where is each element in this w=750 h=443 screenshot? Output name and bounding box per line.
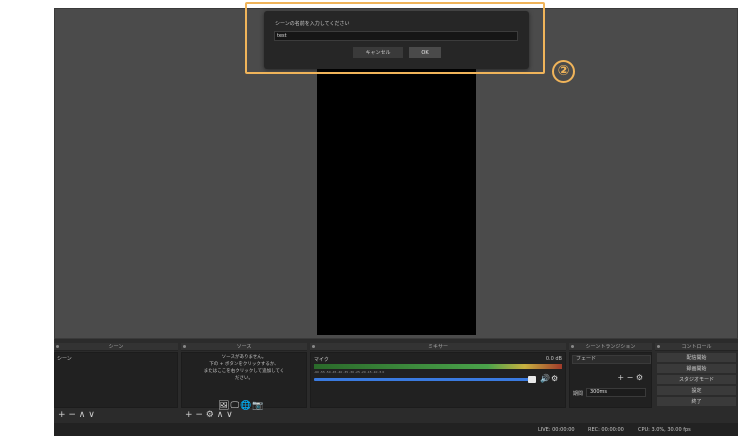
mixer-dock: ミキサー マイク 0.0 dB -60 -55 -50 -45 -40 -35 … (310, 343, 566, 421)
dock-float-icon[interactable] (657, 345, 660, 348)
controls-dock: コントロール 配信開始 録画開始 スタジオモード 設定 終了 (655, 343, 738, 421)
step-marker: ② (552, 60, 575, 83)
duration-stepper[interactable]: 300ms (586, 388, 646, 397)
mixer-track-name: マイク (314, 357, 329, 363)
preview-canvas[interactable] (317, 67, 476, 335)
mixer-dock-title: ミキサー (427, 344, 448, 350)
mixer-dock-header: ミキサー (310, 343, 566, 351)
dock-float-icon[interactable] (183, 345, 186, 348)
controls-dock-header: コントロール (655, 343, 738, 351)
mixer-db-level: 0.0 dB (545, 356, 562, 362)
start-recording-button[interactable]: 録画開始 (657, 364, 736, 373)
exit-button[interactable]: 終了 (657, 397, 736, 406)
gear-icon[interactable]: ⚙ (551, 374, 558, 383)
transition-type-select[interactable]: フェード (572, 355, 651, 364)
source-list[interactable]: ソースがありません。 下の + ボタンをクリックするか、 またはここを右クリック… (181, 352, 307, 411)
scenes-dock-header: シーン (54, 343, 178, 351)
mixer-body: マイク 0.0 dB -60 -55 -50 -45 -40 -35 -30 -… (310, 352, 566, 408)
live-timer: LIVE: 00:00:00 (538, 427, 575, 433)
sources-dock: ソース ソースがありません。 下の + ボタンをクリックするか、 またはここを右… (181, 343, 307, 421)
scenes-dock-title: シーン (108, 344, 124, 350)
volume-slider-track[interactable] (314, 378, 536, 381)
speaker-icon[interactable]: 🔊 (540, 374, 550, 383)
sources-dock-title: ソース (236, 344, 252, 350)
duration-label: 期間 (573, 391, 584, 397)
transition-toolbar[interactable]: + − ⚙ (617, 373, 643, 382)
scenes-toolbar[interactable]: + − ∧ ∨ (58, 410, 95, 420)
sources-hint-line: ださい。 (235, 376, 253, 381)
audio-level-meter (314, 364, 562, 369)
dock-float-icon[interactable] (312, 345, 315, 348)
transitions-body: フェード + − ⚙ 期間 300ms (569, 352, 652, 408)
volume-slider-handle[interactable] (528, 376, 536, 383)
transitions-dock-title: シーントランジション (585, 344, 636, 350)
sources-hint-line: またはここを右クリックして追加してく (203, 369, 285, 374)
sources-dock-header: ソース (181, 343, 307, 351)
settings-button[interactable]: 設定 (657, 386, 736, 395)
sources-empty-hint: ソースがありません。 下の + ボタンをクリックするか、 またはここを右クリック… (182, 354, 306, 382)
start-streaming-button[interactable]: 配信開始 (657, 353, 736, 362)
scenes-dock: シーン シーン + − ∧ ∨ (54, 343, 178, 421)
controls-dock-title: コントロール (681, 344, 712, 350)
status-bar: LIVE: 00:00:00 REC: 00:00:00 CPU: 3.0%, … (54, 423, 738, 436)
dock-float-icon[interactable] (56, 345, 59, 348)
scene-list: シーン (54, 352, 178, 408)
transitions-dock: シーントランジション フェード + − ⚙ 期間 300ms (569, 343, 652, 421)
transitions-dock-header: シーントランジション (569, 343, 652, 351)
globe-icon: 🌐 (240, 401, 253, 411)
sources-hint-line: 下の + ボタンをクリックするか、 (209, 362, 279, 367)
highlight-box (245, 2, 545, 74)
studio-mode-button[interactable]: スタジオモード (657, 375, 736, 384)
sources-hint-line: ソースがありません。 (221, 355, 267, 360)
cpu-fps-readout: CPU: 3.0%, 30.00 fps (638, 427, 691, 433)
sources-toolbar[interactable]: + − ⚙ ∧ ∨ (185, 410, 233, 420)
camera-icon: 📷 (252, 401, 265, 411)
dock-float-icon[interactable] (571, 345, 574, 348)
meter-scale: -60 -55 -50 -45 -40 -35 -30 -25 -20 -15 … (314, 370, 385, 374)
rec-timer: REC: 00:00:00 (588, 427, 624, 433)
scene-list-item[interactable]: シーン (57, 355, 72, 362)
